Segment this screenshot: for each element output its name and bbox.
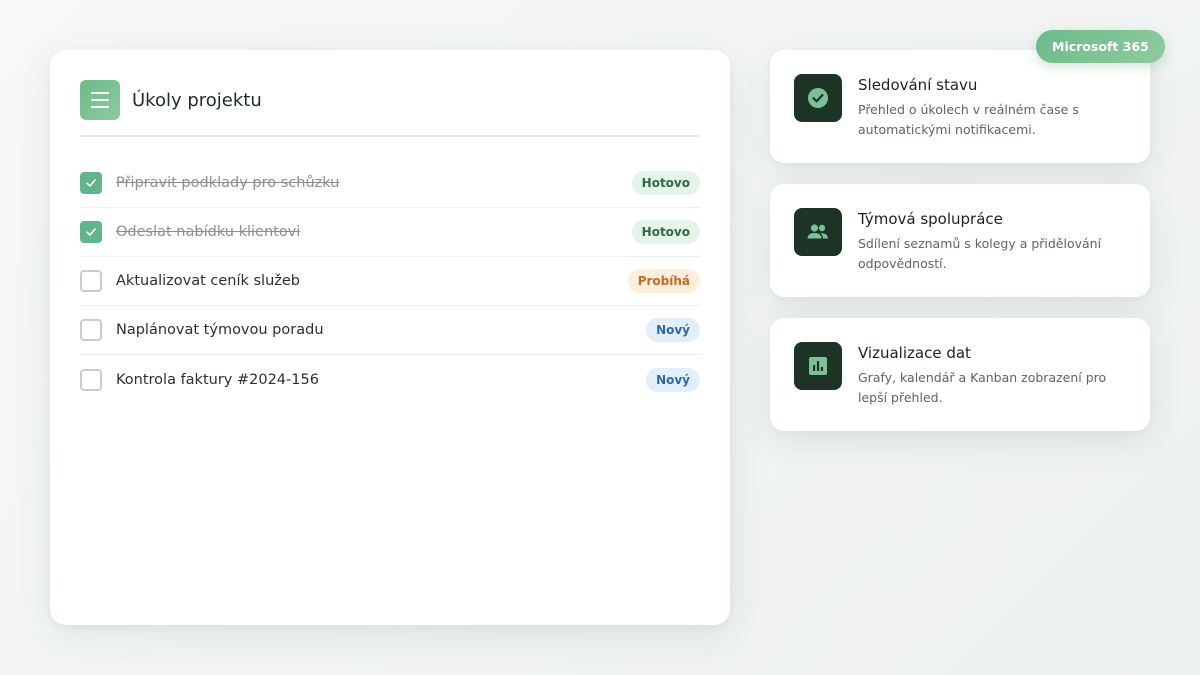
task-row: Kontrola faktury #2024-156 Nový xyxy=(80,355,700,404)
task-row: Aktualizovat ceník služeb Probíhá xyxy=(80,257,700,306)
feature-description: Grafy, kalendář a Kanban zobrazení pro l… xyxy=(858,370,1107,405)
microsoft-365-badge: Microsoft 365 xyxy=(1036,30,1165,63)
feature-card-data-visualization: Vizualizace dat Grafy, kalendář a Kanban… xyxy=(770,318,1150,431)
status-badge: Hotovo xyxy=(631,171,700,195)
feature-title: Sledování stavu xyxy=(858,76,978,94)
status-badge: Nový xyxy=(646,318,700,342)
feature-body: Týmová spolupráce Sdílení seznamů s kole… xyxy=(858,210,1126,274)
task-text[interactable]: Připravit podklady pro schůzku xyxy=(116,175,632,191)
feature-body: Sledování stavu Přehled o úkolech v reál… xyxy=(858,76,1126,140)
people-icon xyxy=(794,208,842,256)
task-checkbox[interactable] xyxy=(80,319,102,341)
feature-title: Týmová spolupráce xyxy=(858,210,1003,228)
menu-icon[interactable] xyxy=(80,80,120,120)
task-text[interactable]: Odeslat nabídku klientovi xyxy=(116,224,632,240)
task-checkbox[interactable] xyxy=(80,270,102,292)
status-badge: Probíhá xyxy=(627,269,700,293)
check-circle-icon xyxy=(794,74,842,122)
divider xyxy=(80,135,700,137)
task-text[interactable]: Naplánovat týmovou poradu xyxy=(116,322,646,338)
task-list: Připravit podklady pro schůzku Hotovo Od… xyxy=(80,159,700,404)
task-checkbox[interactable] xyxy=(80,221,102,243)
feature-title: Vizualizace dat xyxy=(858,344,971,362)
tasks-header: Úkoly projektu xyxy=(80,80,700,120)
task-row: Naplánovat týmovou poradu Nový xyxy=(80,306,700,355)
feature-description: Přehled o úkolech v reálném čase s autom… xyxy=(858,102,1079,137)
feature-body: Vizualizace dat Grafy, kalendář a Kanban… xyxy=(858,344,1126,408)
task-text[interactable]: Kontrola faktury #2024-156 xyxy=(116,372,646,388)
task-row: Odeslat nabídku klientovi Hotovo xyxy=(80,208,700,257)
task-checkbox[interactable] xyxy=(80,368,102,391)
tasks-card: Úkoly projektu Připravit podklady pro sc… xyxy=(50,50,730,625)
task-text[interactable]: Aktualizovat ceník služeb xyxy=(116,273,628,289)
status-badge: Nový xyxy=(646,367,700,392)
feature-description: Sdílení seznamů s kolegy a přidělování o… xyxy=(858,236,1102,271)
task-checkbox[interactable] xyxy=(80,172,102,194)
bar-chart-icon xyxy=(794,342,842,390)
feature-card-team-collaboration: Týmová spolupráce Sdílení seznamů s kole… xyxy=(770,184,1150,297)
checkmark-icon xyxy=(86,179,96,187)
status-badge: Hotovo xyxy=(631,220,700,244)
task-row: Připravit podklady pro schůzku Hotovo xyxy=(80,159,700,208)
tasks-title: Úkoly projektu xyxy=(132,89,262,111)
checkmark-icon xyxy=(86,228,96,236)
feature-card-status-tracking: Sledování stavu Přehled o úkolech v reál… xyxy=(770,50,1150,163)
